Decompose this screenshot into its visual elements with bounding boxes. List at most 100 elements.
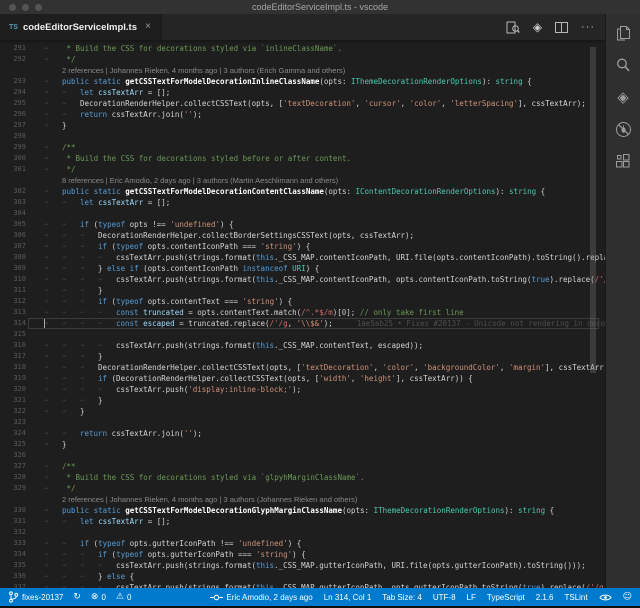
line-number[interactable]: 299: [0, 142, 26, 153]
code-line-317[interactable]: 317→→→}: [0, 351, 605, 362]
code-line-322[interactable]: 322→→}: [0, 406, 605, 417]
code-line-319[interactable]: 319→→→if (DecorationRenderHelper.collect…: [0, 373, 605, 384]
line-number[interactable]: 321: [0, 395, 26, 406]
codelens[interactable]: 2 references | Johannes Rieken, 4 months…: [0, 65, 605, 76]
code-line-328[interactable]: 328→ * Build the CSS for decorations sty…: [0, 472, 605, 483]
line-number[interactable]: 307: [0, 241, 26, 252]
line-number[interactable]: 327: [0, 461, 26, 472]
gitlens-compare-button[interactable]: ◈: [533, 20, 542, 34]
code-line-298[interactable]: 298: [0, 131, 605, 142]
code-line-296[interactable]: 296→→return cssTextArr.join('');: [0, 109, 605, 120]
line-number[interactable]: 335: [0, 560, 26, 571]
code-line-332[interactable]: 332: [0, 527, 605, 538]
open-changes-button[interactable]: [506, 21, 520, 34]
codelens[interactable]: 2 references | Johannes Rieken, 4 months…: [0, 494, 605, 505]
line-number[interactable]: 297: [0, 120, 26, 131]
code-line-330[interactable]: 330→public static getCSSTextForModelDeco…: [0, 505, 605, 516]
line-number[interactable]: 324: [0, 428, 26, 439]
code-line-295[interactable]: 295→→DecorationRenderHelper.collectCSSTe…: [0, 98, 605, 109]
code-line-325[interactable]: 325→}: [0, 439, 605, 450]
code-line-337[interactable]: 337→→→→cssTextArr.push(strings.format(th…: [0, 582, 605, 588]
code-line-297[interactable]: 297→}: [0, 120, 605, 131]
status-encoding[interactable]: UTF-8: [433, 593, 456, 602]
code-line-299[interactable]: 299→/**: [0, 142, 605, 153]
line-number[interactable]: 331: [0, 516, 26, 527]
code-line-303[interactable]: 303→→let cssTextArr = [];: [0, 197, 605, 208]
line-number[interactable]: 296: [0, 109, 26, 120]
code-line-321[interactable]: 321→→→}: [0, 395, 605, 406]
code-line-313[interactable]: 313→→→→const truncated = opts.contentTex…: [0, 307, 605, 318]
line-number[interactable]: 322: [0, 406, 26, 417]
line-number[interactable]: 306: [0, 230, 26, 241]
close-window-icon[interactable]: [9, 4, 16, 11]
more-actions-button[interactable]: ···: [581, 21, 595, 33]
code-line-307[interactable]: 307→→→if (typeof opts.contentIconPath ==…: [0, 241, 605, 252]
activity-bar-gitlens[interactable]: ◈: [613, 87, 633, 107]
line-number[interactable]: 303: [0, 197, 26, 208]
line-number[interactable]: 333: [0, 538, 26, 549]
line-number[interactable]: 312: [0, 296, 26, 307]
line-number[interactable]: 317: [0, 351, 26, 362]
line-number[interactable]: 320: [0, 384, 26, 395]
code-line-314[interactable]: 314→→→→const escaped = truncated.replace…: [0, 318, 605, 329]
status-cursor-position[interactable]: Ln 314, Col 1: [324, 593, 372, 602]
line-number[interactable]: 293: [0, 76, 26, 87]
line-number[interactable]: 309: [0, 263, 26, 274]
code-line-334[interactable]: 334→→→if (typeof opts.gutterIconPath ===…: [0, 549, 605, 560]
code-line-302[interactable]: 302→public static getCSSTextForModelDeco…: [0, 186, 605, 197]
code-line-309[interactable]: 309→→→} else if (opts.contentIconPath in…: [0, 263, 605, 274]
status-language-mode[interactable]: TypeScript: [487, 593, 525, 602]
code-line-291[interactable]: 291→ * Build the CSS for decorations sty…: [0, 43, 605, 54]
minimize-window-icon[interactable]: [22, 4, 29, 11]
line-number[interactable]: 301: [0, 164, 26, 175]
maximize-window-icon[interactable]: [35, 4, 42, 11]
vertical-scrollbar[interactable]: [590, 47, 596, 373]
code-line-304[interactable]: 304: [0, 208, 605, 219]
line-number[interactable]: 326: [0, 450, 26, 461]
line-number[interactable]: 316: [0, 340, 26, 351]
tab-codeEditorServiceImpl[interactable]: TS codeEditorServiceImpl.ts ×: [0, 14, 162, 40]
code-line-333[interactable]: 333→→if (typeof opts.gutterIconPath !== …: [0, 538, 605, 549]
line-number[interactable]: 313: [0, 307, 26, 318]
status-feedback[interactable]: ☺: [623, 592, 632, 602]
code-line-335[interactable]: 335→→→→cssTextArr.push(strings.format(th…: [0, 560, 605, 571]
split-editor-button[interactable]: [555, 22, 568, 33]
status-errors[interactable]: ⊗0: [91, 592, 106, 602]
status-warnings[interactable]: ⚠0: [116, 592, 132, 602]
status-gitlens-toggle[interactable]: [599, 593, 612, 602]
line-number[interactable]: 308: [0, 252, 26, 263]
line-number[interactable]: 328: [0, 472, 26, 483]
line-number[interactable]: 295: [0, 98, 26, 109]
window-controls[interactable]: [9, 4, 42, 11]
code-line-305[interactable]: 305→→if (typeof opts !== 'undefined') {: [0, 219, 605, 230]
code-line-315[interactable]: 315: [0, 329, 605, 340]
code-line-293[interactable]: 293→public static getCSSTextForModelDeco…: [0, 76, 605, 87]
code-line-316[interactable]: 316→→→→cssTextArr.push(strings.format(th…: [0, 340, 605, 351]
code-line-324[interactable]: 324→→return cssTextArr.join('');: [0, 428, 605, 439]
status-sync[interactable]: ↻: [73, 592, 81, 602]
line-number[interactable]: 334: [0, 549, 26, 560]
line-number[interactable]: 302: [0, 186, 26, 197]
line-number[interactable]: 330: [0, 505, 26, 516]
code-line-323[interactable]: 323: [0, 417, 605, 428]
line-number[interactable]: 337: [0, 582, 26, 588]
status-git-branch[interactable]: fixes-20137: [8, 591, 63, 603]
line-number[interactable]: 336: [0, 571, 26, 582]
line-number[interactable]: 323: [0, 417, 26, 428]
status-gitlens-blame[interactable]: Eric Amodio, 2 days ago: [210, 593, 312, 602]
status-tab-size[interactable]: Tab Size: 4: [382, 593, 422, 602]
code-line-336[interactable]: 336→→→} else {: [0, 571, 605, 582]
code-line-308[interactable]: 308→→→→cssTextArr.push(strings.format(th…: [0, 252, 605, 263]
activity-bar-debug[interactable]: [613, 119, 633, 139]
activity-bar-explorer[interactable]: [613, 23, 633, 43]
status-tslint[interactable]: TSLint: [564, 593, 587, 602]
activity-bar-search[interactable]: [613, 55, 633, 75]
line-number[interactable]: 304: [0, 208, 26, 219]
status-eol[interactable]: LF: [467, 593, 476, 602]
code-line-329[interactable]: 329→ */: [0, 483, 605, 494]
line-number[interactable]: 300: [0, 153, 26, 164]
code-line-326[interactable]: 326: [0, 450, 605, 461]
code-line-320[interactable]: 320→→→→cssTextArr.push('display:inline-b…: [0, 384, 605, 395]
code-line-306[interactable]: 306→→→DecorationRenderHelper.collectBord…: [0, 230, 605, 241]
line-number[interactable]: 314: [0, 318, 26, 329]
